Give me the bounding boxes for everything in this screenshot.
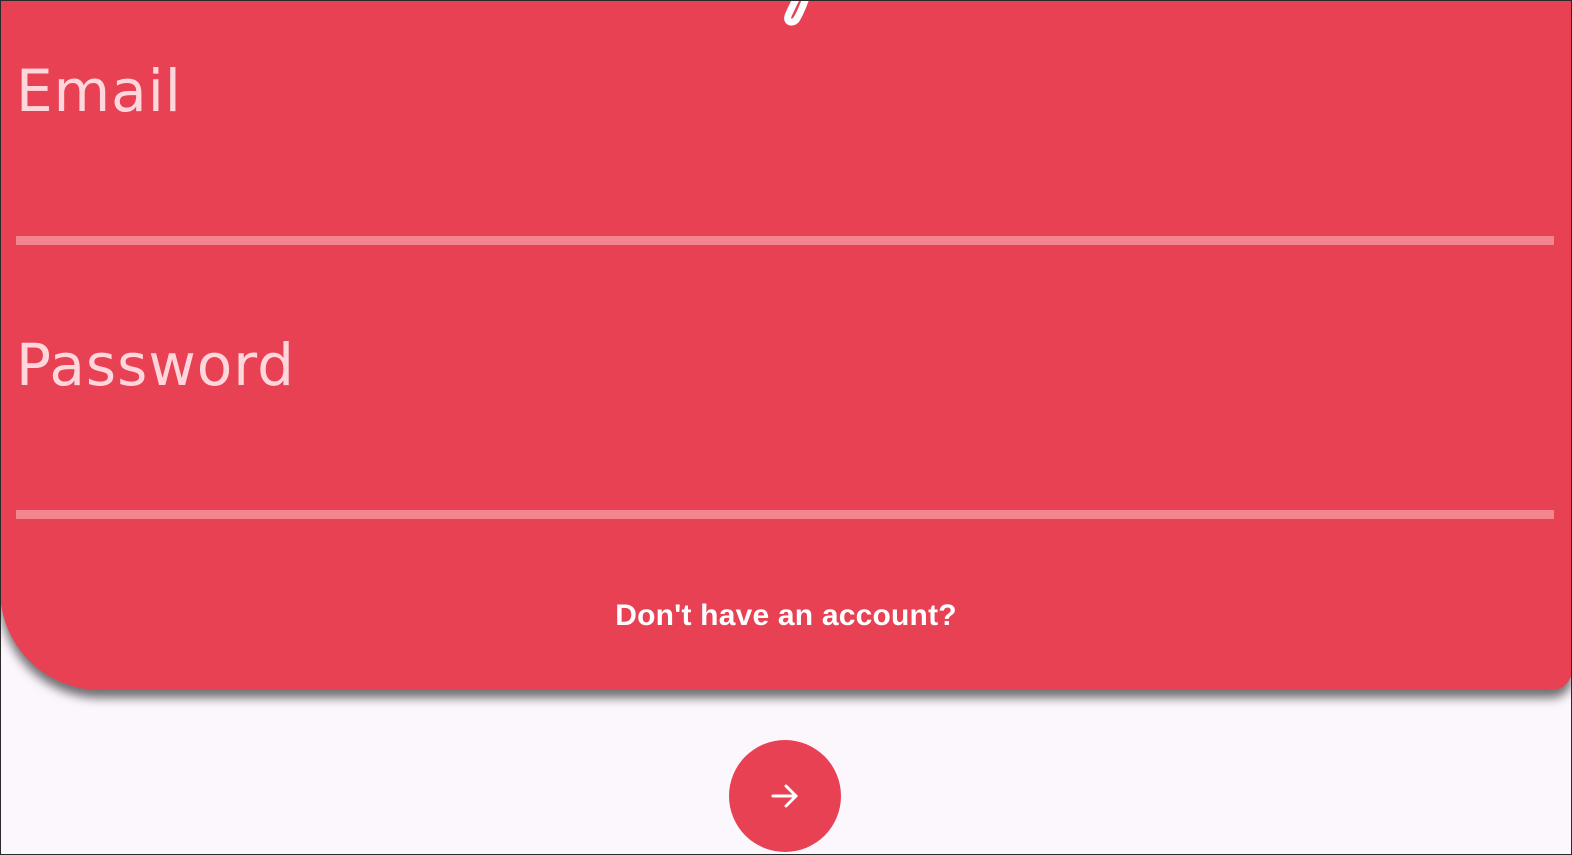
email-label: Email <box>16 57 182 125</box>
logo-fragment-icon <box>784 0 809 26</box>
password-field[interactable] <box>16 444 1554 504</box>
submit-button[interactable] <box>729 740 841 852</box>
arrow-right-icon <box>771 784 798 808</box>
password-underline <box>16 510 1554 519</box>
password-label: Password <box>16 331 295 399</box>
signup-link[interactable]: Don't have an account? <box>0 598 1572 634</box>
email-field[interactable] <box>16 170 1554 230</box>
login-card: Email Password Don't have an account? <box>0 0 1572 690</box>
email-underline <box>16 236 1554 245</box>
